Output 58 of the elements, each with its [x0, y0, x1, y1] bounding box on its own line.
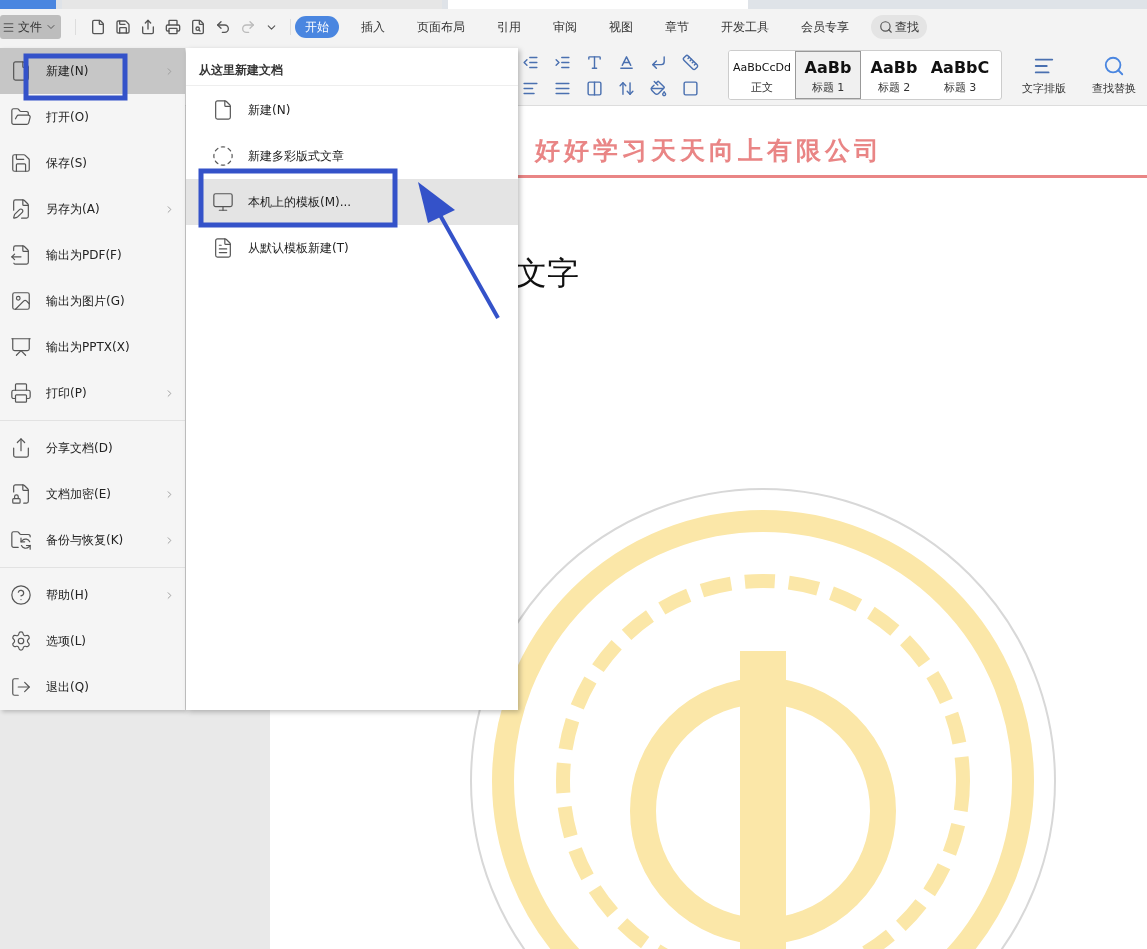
ribbon-tab[interactable]: 插入	[351, 16, 395, 38]
ribbon-tab[interactable]: 会员专享	[791, 16, 859, 38]
ribbon-tab[interactable]: 审阅	[543, 16, 587, 38]
menu-item[interactable]: 帮助(H)	[0, 572, 185, 618]
menu-item[interactable]: 输出为PPTX(X)	[0, 324, 185, 370]
share-icon	[10, 437, 32, 459]
printer-icon	[10, 382, 32, 404]
document-icon[interactable]	[90, 19, 106, 35]
print-preview-icon[interactable]	[190, 19, 206, 35]
document-text: 文字	[515, 253, 580, 294]
ribbon-button[interactable]: 文字排版	[1016, 53, 1072, 97]
logout-icon	[10, 676, 32, 698]
help-icon	[10, 584, 32, 606]
search-icon	[879, 20, 893, 34]
ribbon-tab[interactable]: 视图	[599, 16, 643, 38]
presentation-icon	[10, 336, 32, 358]
share-icon[interactable]	[140, 19, 156, 35]
document-lock-icon	[10, 483, 32, 505]
search-button[interactable]: 查找	[871, 15, 927, 39]
style-option[interactable]: AaBb 标题 1	[795, 51, 861, 99]
menu-item[interactable]: 备份与恢复(K)	[0, 517, 185, 563]
document-icon	[212, 237, 234, 259]
ribbon-tab[interactable]: 章节	[655, 16, 699, 38]
document-icon	[212, 99, 234, 121]
submenu-title: 从这里新建文档	[186, 48, 518, 86]
menu-item[interactable]: 输出为图片(G)	[0, 278, 185, 324]
submenu-item[interactable]: 从默认模板新建(T)	[186, 225, 518, 271]
menu-item[interactable]: 打印(P)	[0, 370, 185, 416]
dashed-circle-icon	[212, 145, 234, 167]
folder-icon	[10, 106, 32, 128]
export-document-icon	[10, 244, 32, 266]
menu-item[interactable]: 输出为PDF(F)	[0, 232, 185, 278]
menu-item[interactable]: 另存为(A)	[0, 186, 185, 232]
monitor-icon	[212, 191, 234, 213]
menu-item[interactable]: 选项(L)	[0, 618, 185, 664]
settings-icon	[10, 630, 32, 652]
menu-icon	[2, 20, 15, 34]
save-icon[interactable]	[115, 19, 131, 35]
printer-icon[interactable]	[165, 19, 181, 35]
menu-item[interactable]: 文档加密(E)	[0, 471, 185, 517]
folder-sync-icon	[10, 529, 32, 551]
submenu-item[interactable]: 本机上的模板(M)...	[186, 179, 518, 225]
ribbon-tab[interactable]: 引用	[487, 16, 531, 38]
ribbon-button[interactable]: 查找替换	[1086, 53, 1142, 97]
image-icon	[10, 290, 32, 312]
menu-item[interactable]: 退出(Q)	[0, 664, 185, 710]
menu-item[interactable]: 保存(S)	[0, 140, 185, 186]
undo-icon[interactable]	[215, 19, 231, 35]
search-icon	[1103, 54, 1125, 77]
ribbon-tab[interactable]: 开发工具	[711, 16, 779, 38]
ribbon-tab[interactable]: 开始	[295, 16, 339, 38]
file-menu-button[interactable]: 文件	[0, 15, 61, 39]
save-icon	[10, 152, 32, 174]
menu-item[interactable]: 分享文档(D)	[0, 425, 185, 471]
document-pen-icon	[10, 198, 32, 220]
menu-item[interactable]: 打开(O)	[0, 94, 185, 140]
ribbon-tab[interactable]: 页面布局	[407, 16, 475, 38]
submenu-item[interactable]: 新建(N)	[186, 87, 518, 133]
